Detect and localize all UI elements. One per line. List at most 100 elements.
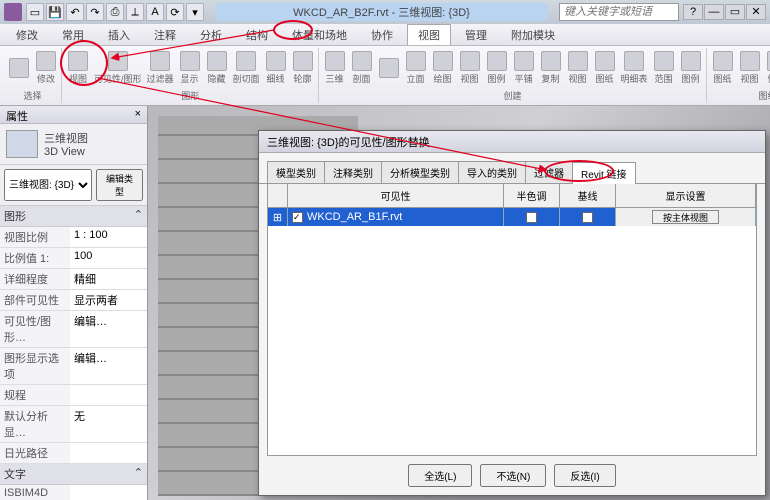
prop-row[interactable]: 默认分析显…无 <box>0 406 147 443</box>
ribbon-btn-三维[interactable]: 三维 <box>322 50 348 86</box>
link-file-name: WKCD_AR_B1F.rvt <box>307 211 402 223</box>
ribbon-btn-图纸[interactable]: 图纸 <box>592 50 618 86</box>
ribbon-btn-细线[interactable]: 细线 <box>263 50 289 86</box>
dialog-title: 三维视图: {3D}的可见性/图形替换 <box>259 131 765 153</box>
qat-redo-icon[interactable]: ↷ <box>86 3 104 21</box>
col-underlay: 基线 <box>560 184 616 207</box>
menu-结构[interactable]: 结构 <box>236 25 278 45</box>
dialog-body: 可见性 半色调 基线 显示设置 ⊞ WKCD_AR_B1F.rvt 按主体视图 <box>267 184 757 456</box>
ribbon-btn-轮廓[interactable]: 轮廓 <box>290 50 316 86</box>
view-instance-select[interactable]: 三维视图: {3D} <box>4 169 92 201</box>
dialog-tab-5[interactable]: Revit 链接 <box>572 162 636 184</box>
ribbon-btn-修订[interactable]: 修订 <box>764 50 770 86</box>
ribbon-btn-显示[interactable]: 显示 <box>177 50 203 86</box>
qat-text-icon[interactable]: A <box>146 3 164 21</box>
menu-插入[interactable]: 插入 <box>98 25 140 45</box>
ribbon-btn-可见性/图形[interactable]: 可见性/图形 <box>92 50 144 86</box>
titlebar: ▭ 💾 ↶ ↷ ⎙ ⟂ A ⟳ ▾ WKCD_AR_B2F.rvt - 三维视图… <box>0 0 770 24</box>
dialog-tabs: 模型类别注释类别分析模型类别导入的类别过滤器Revit 链接 <box>259 153 765 184</box>
ribbon-btn-剖面[interactable]: 剖面 <box>349 50 375 86</box>
ribbon-btn-绘图[interactable]: 绘图 <box>430 50 456 86</box>
ribbon-btn-视图[interactable]: 视图 <box>65 50 91 86</box>
minimize-button[interactable]: — <box>704 4 724 20</box>
ribbon-btn-明细表[interactable]: 明细表 <box>619 50 650 86</box>
dlg-btn-全选(L)[interactable]: 全选(L) <box>408 464 472 487</box>
ribbon-btn-复制[interactable]: 复制 <box>538 50 564 86</box>
ribbon-btn-隐藏[interactable]: 隐藏 <box>204 50 230 86</box>
maximize-button[interactable]: ▭ <box>725 4 745 20</box>
ribbon-btn-图例[interactable]: 图例 <box>678 50 704 86</box>
section-图形[interactable]: 图形⌃ <box>0 206 147 227</box>
menu-视图[interactable]: 视图 <box>407 24 451 45</box>
app-icon[interactable] <box>4 3 22 21</box>
ribbon-btn-视图[interactable]: 视图 <box>565 50 591 86</box>
prop-row[interactable]: 比例值 1:100 <box>0 248 147 269</box>
link-row[interactable]: ⊞ WKCD_AR_B1F.rvt 按主体视图 <box>268 208 756 226</box>
ribbon-btn-范围[interactable]: 范围 <box>651 50 677 86</box>
ribbon-btn-立面[interactable]: 立面 <box>403 50 429 86</box>
dialog-tab-1[interactable]: 注释类别 <box>324 161 382 183</box>
dialog-tab-3[interactable]: 导入的类别 <box>458 161 526 183</box>
search-input[interactable] <box>559 3 679 21</box>
prop-row[interactable]: ISBIM4D <box>0 485 147 500</box>
expand-icon[interactable]: ⊞ <box>273 211 282 224</box>
qat-print-icon[interactable]: ⎙ <box>106 3 124 21</box>
menu-管理[interactable]: 管理 <box>455 25 497 45</box>
display-settings-button[interactable]: 按主体视图 <box>652 210 719 224</box>
ribbon-btn-item[interactable] <box>6 57 32 80</box>
ribbon-btn-平铺[interactable]: 平铺 <box>511 50 537 86</box>
prop-row[interactable]: 规程 <box>0 385 147 406</box>
menu-分析[interactable]: 分析 <box>190 25 232 45</box>
ribbon-group-label: 创建 <box>504 88 522 103</box>
qat-save-icon[interactable]: 💾 <box>46 3 64 21</box>
prop-row[interactable]: 日光路径 <box>0 443 147 464</box>
help-icon[interactable]: ? <box>683 4 703 20</box>
ribbon-btn-视图[interactable]: 视图 <box>737 50 763 86</box>
qat-measure-icon[interactable]: ⟂ <box>126 3 144 21</box>
dialog-selection-buttons: 全选(L) 不选(N) 反选(I) <box>259 456 765 495</box>
ribbon-btn-剖切面[interactable]: 剖切面 <box>231 50 262 86</box>
view-type-selector[interactable]: 三维视图 3D View <box>0 124 147 165</box>
prop-row[interactable]: 详细程度精细 <box>0 269 147 290</box>
edit-type-button[interactable]: 编辑类型 <box>96 169 143 201</box>
menu-体量和场地[interactable]: 体量和场地 <box>282 25 357 45</box>
qat-undo-icon[interactable]: ↶ <box>66 3 84 21</box>
properties-header: 属性 × <box>0 106 147 124</box>
grid-header: 可见性 半色调 基线 显示设置 <box>268 184 756 208</box>
dlg-btn-反选(I)[interactable]: 反选(I) <box>554 464 615 487</box>
ribbon-btn-item[interactable] <box>376 57 402 80</box>
menubar: 修改常用插入注释分析结构体量和场地协作视图管理附加模块 <box>0 24 770 46</box>
dialog-tab-2[interactable]: 分析模型类别 <box>381 161 459 183</box>
dlg-btn-不选(N)[interactable]: 不选(N) <box>480 464 546 487</box>
visibility-checkbox[interactable] <box>292 212 303 223</box>
menu-注释[interactable]: 注释 <box>144 25 186 45</box>
prop-row[interactable]: 部件可见性显示两者 <box>0 290 147 311</box>
dialog-tab-0[interactable]: 模型类别 <box>267 161 325 183</box>
qat-sync-icon[interactable]: ⟳ <box>166 3 184 21</box>
menu-修改[interactable]: 修改 <box>6 25 48 45</box>
qat-more-icon[interactable]: ▾ <box>186 3 204 21</box>
halftone-checkbox[interactable] <box>526 212 537 223</box>
menu-常用[interactable]: 常用 <box>52 25 94 45</box>
ribbon-group-创建: 三维剖面立面绘图视图图例平铺复制视图图纸明细表范围图例创建 <box>320 48 707 103</box>
close-button[interactable]: ✕ <box>746 4 766 20</box>
col-display: 显示设置 <box>616 184 756 207</box>
dialog-tab-4[interactable]: 过滤器 <box>525 161 573 183</box>
ribbon-btn-图纸[interactable]: 图纸 <box>710 50 736 86</box>
prop-row[interactable]: 可见性/图形…编辑… <box>0 311 147 348</box>
view-type-name-en: 3D View <box>44 146 88 158</box>
menu-协作[interactable]: 协作 <box>361 25 403 45</box>
underlay-checkbox[interactable] <box>582 212 593 223</box>
view-type-name-cn: 三维视图 <box>44 130 88 146</box>
section-文字[interactable]: 文字⌃ <box>0 464 147 485</box>
ribbon-btn-视图[interactable]: 视图 <box>457 50 483 86</box>
ribbon-btn-过滤器[interactable]: 过滤器 <box>145 50 176 86</box>
menu-附加模块[interactable]: 附加模块 <box>501 25 565 45</box>
properties-close-icon[interactable]: × <box>135 108 141 121</box>
col-visibility: 可见性 <box>288 184 504 207</box>
ribbon-btn-图例[interactable]: 图例 <box>484 50 510 86</box>
ribbon-btn-修改[interactable]: 修改 <box>33 50 59 86</box>
prop-row[interactable]: 视图比例1 : 100 <box>0 227 147 248</box>
prop-row[interactable]: 图形显示选项编辑… <box>0 348 147 385</box>
qat-open-icon[interactable]: ▭ <box>26 3 44 21</box>
